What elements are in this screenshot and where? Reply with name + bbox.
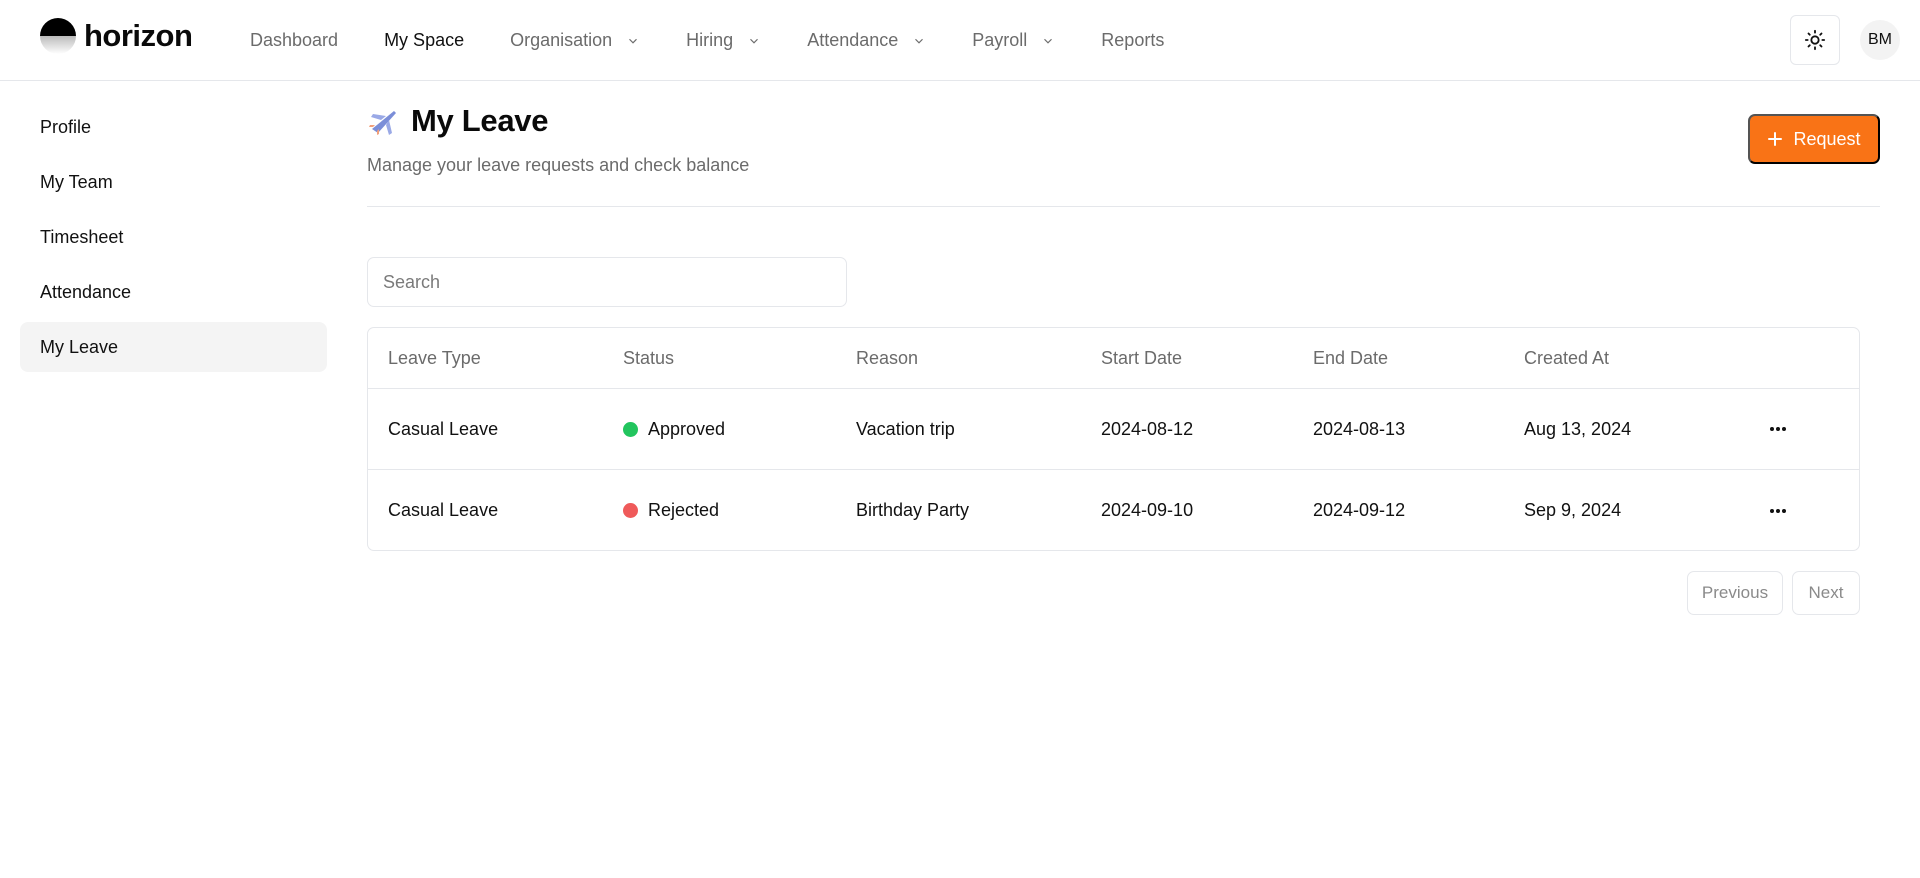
status-dot-icon	[623, 421, 638, 437]
column-header-reason[interactable]: Reason	[856, 328, 918, 388]
nav-item-my-space[interactable]: My Space	[384, 30, 464, 51]
horizon-logo-icon	[40, 18, 76, 54]
brand-name: horizon	[84, 18, 193, 53]
nav-item-label: Payroll	[972, 30, 1028, 50]
nav-item-label: Organisation	[510, 30, 613, 50]
column-header-end-date[interactable]: End Date	[1313, 328, 1388, 388]
chevron-down-icon	[1044, 38, 1053, 44]
header-divider	[367, 206, 1880, 207]
start-date-cell: 2024-08-12	[1101, 418, 1194, 439]
end-date-cell: 2024-09-12	[1313, 500, 1406, 520]
status-dot-icon	[623, 503, 638, 518]
plus-icon	[1768, 132, 1783, 146]
sidebar-item-label: My Leave	[40, 336, 119, 357]
row-actions-button[interactable]	[1758, 470, 1798, 550]
request-leave-button[interactable]: Request	[1748, 114, 1880, 164]
chevron-down-icon	[750, 38, 759, 44]
status-label: Approved	[648, 418, 726, 439]
theme-toggle-button[interactable]	[1790, 15, 1840, 65]
table-row[interactable]: Casual Leave Rejected Birthday Party 202…	[368, 470, 1859, 550]
table-row[interactable]: Casual Leave Approved Vacation trip 2024…	[368, 389, 1859, 470]
status-label: Rejected	[648, 500, 720, 520]
row-actions-button[interactable]	[1758, 389, 1798, 469]
nav-item-attendance[interactable]: Attendance	[807, 30, 926, 51]
created-at-cell: Sep 9, 2024	[1524, 500, 1622, 520]
created-at-cell: Aug 13, 2024	[1524, 418, 1632, 439]
nav-item-label: Dashboard	[250, 30, 339, 50]
next-page-button[interactable]: Next	[1792, 571, 1860, 615]
reason-cell: Vacation trip	[856, 418, 955, 439]
table-header-row: Leave Type Status Reason Start Date End …	[368, 328, 1859, 389]
more-horizontal-icon	[1770, 427, 1786, 431]
brand-logo[interactable]: horizon	[40, 18, 193, 54]
sidebar-item-label: Timesheet	[40, 226, 124, 247]
nav-item-label: Attendance	[807, 30, 899, 50]
leave-type-cell: Casual Leave	[388, 418, 499, 439]
page-subtitle: Manage your leave requests and check bal…	[367, 155, 750, 175]
airplane-icon	[369, 111, 396, 135]
request-button-label: Request	[1793, 128, 1861, 149]
page-header: My Leave Manage your leave requests and …	[367, 103, 749, 176]
search-input[interactable]	[367, 257, 847, 307]
sidebar: Profile My Team Timesheet Attendance My …	[20, 102, 327, 377]
sidebar-item-profile[interactable]: Profile	[20, 102, 327, 152]
leave-table: Leave Type Status Reason Start Date End …	[367, 327, 1860, 551]
reason-cell: Birthday Party	[856, 500, 970, 520]
sidebar-item-my-leave[interactable]: My Leave	[20, 322, 327, 372]
nav-item-reports[interactable]: Reports	[1101, 30, 1164, 51]
column-header-leave-type[interactable]: Leave Type	[388, 328, 481, 388]
sidebar-item-label: My Team	[40, 171, 113, 192]
start-date-cell: 2024-09-10	[1101, 500, 1194, 520]
chevron-down-icon	[629, 38, 638, 44]
previous-page-button[interactable]: Previous	[1687, 571, 1783, 615]
leave-type-cell: Casual Leave	[388, 500, 499, 520]
sun-icon	[1804, 29, 1826, 51]
sidebar-item-attendance[interactable]: Attendance	[20, 267, 327, 317]
sidebar-item-my-team[interactable]: My Team	[20, 157, 327, 207]
sidebar-item-label: Attendance	[40, 281, 132, 302]
main-nav: Dashboard My Space Organisation Hiring A…	[250, 0, 1210, 81]
nav-item-payroll[interactable]: Payroll	[972, 30, 1055, 51]
nav-item-label: Reports	[1101, 30, 1165, 50]
end-date-cell: 2024-08-13	[1313, 418, 1406, 439]
status-cell: Rejected	[623, 470, 720, 550]
column-header-start-date[interactable]: Start Date	[1101, 328, 1182, 388]
status-cell: Approved	[623, 389, 725, 469]
column-header-created-at[interactable]: Created At	[1524, 328, 1609, 388]
nav-item-hiring[interactable]: Hiring	[686, 30, 761, 51]
page-title-row: My Leave	[367, 103, 749, 139]
chevron-down-icon	[915, 38, 924, 44]
sidebar-item-timesheet[interactable]: Timesheet	[20, 212, 327, 262]
top-navbar: horizon Dashboard My Space Organisation …	[0, 0, 1920, 81]
nav-item-label: My Space	[384, 30, 465, 50]
nav-item-organisation[interactable]: Organisation	[510, 30, 640, 51]
user-avatar[interactable]: BM	[1860, 20, 1900, 60]
nav-item-dashboard[interactable]: Dashboard	[250, 30, 338, 51]
nav-item-label: Hiring	[686, 30, 734, 50]
more-horizontal-icon	[1770, 508, 1786, 513]
sidebar-item-label: Profile	[40, 116, 92, 137]
page-title: My Leave	[411, 103, 549, 138]
column-header-status[interactable]: Status	[623, 328, 674, 388]
